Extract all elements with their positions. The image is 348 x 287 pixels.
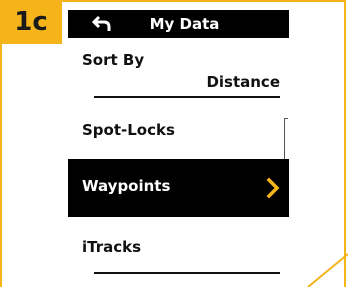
callout-leader-line	[307, 253, 348, 287]
sort-by-label: Sort By	[82, 51, 145, 69]
chevron-right-icon	[266, 177, 280, 199]
menu-item-label: Spot-Locks	[82, 121, 175, 139]
menu-item-label: Waypoints	[82, 177, 171, 195]
sort-by-value: Distance	[206, 73, 280, 91]
page-title: My Data	[149, 15, 220, 33]
device-screen: My Data Sort By Distance Spot-Locks Wayp…	[68, 10, 289, 287]
title-bar: My Data	[68, 10, 289, 38]
divider	[94, 272, 280, 274]
divider	[94, 96, 280, 98]
step-badge: 1c	[0, 0, 62, 44]
menu-item-label: iTracks	[82, 238, 142, 256]
menu-item-waypoints[interactable]: Waypoints	[68, 159, 289, 217]
